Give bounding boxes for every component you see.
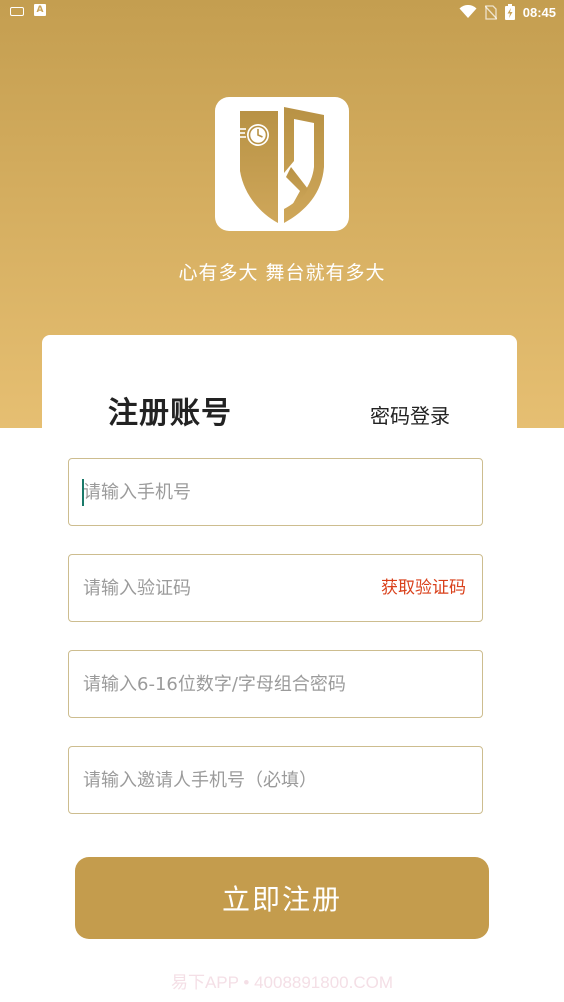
phone-field[interactable]	[68, 458, 483, 526]
app-logo	[215, 97, 349, 231]
verification-code-field[interactable]: 获取验证码	[68, 554, 483, 622]
slogan-text: 心有多大 舞台就有多大	[178, 262, 386, 284]
no-sim-icon	[484, 4, 497, 20]
a-notification-icon: A	[34, 4, 46, 16]
tab-register[interactable]: 注册账号	[108, 388, 232, 432]
tab-password-login[interactable]: 密码登录	[370, 400, 450, 429]
watermark-text: 易下APP • 4008891800.COM	[170, 973, 394, 992]
inviter-phone-field[interactable]	[68, 746, 483, 814]
password-input[interactable]	[83, 651, 468, 717]
wifi-icon	[459, 5, 477, 18]
text-cursor	[82, 479, 84, 506]
status-bar: A 08:45	[0, 0, 564, 24]
password-field[interactable]	[68, 650, 483, 718]
keyboard-icon	[10, 6, 24, 16]
shield-logo-icon	[237, 107, 324, 223]
get-code-button[interactable]: 获取验证码	[381, 555, 466, 621]
phone-input[interactable]	[83, 459, 468, 525]
verification-code-input[interactable]	[83, 555, 373, 621]
register-now-button[interactable]: 立即注册	[75, 857, 489, 939]
battery-charging-icon	[504, 4, 515, 20]
inviter-phone-input[interactable]	[83, 747, 468, 813]
status-time: 08:45	[522, 4, 556, 20]
